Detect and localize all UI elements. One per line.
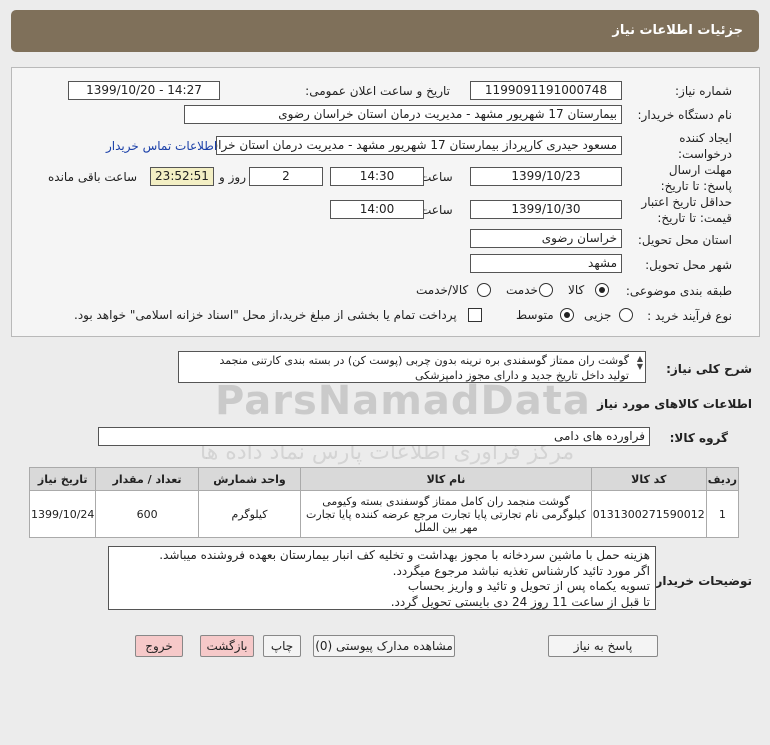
item-name-line-3: مهر بین الملل — [414, 520, 478, 534]
creator-field: مسعود حیدری کارپرداز بیمارستان 17 شهریور… — [216, 136, 622, 155]
creator-label: ایجاد کننده درخواست: — [678, 131, 732, 161]
validity-time-field: 14:00 — [330, 200, 424, 219]
process-medium-radio[interactable] — [560, 308, 574, 322]
print-button[interactable]: چاپ — [263, 635, 301, 657]
header-quantity: تعداد / مقدار — [95, 467, 199, 491]
cell-row-number: 1 — [705, 490, 740, 538]
item-name-line-2: کیلوگرمی نام تجارتی پایا تجارت مرجع عرضه… — [306, 507, 586, 521]
view-attachments-button[interactable]: مشاهده مدارک پیوستی (0) — [313, 635, 455, 657]
goods-section-title: اطلاعات کالاهای مورد نیاز — [597, 397, 752, 411]
process-medium-label: متوسط — [516, 308, 554, 322]
cell-unit: کیلوگرم — [197, 490, 302, 538]
table-row[interactable]: 1 0131300271590012 گوشت منجمد ران کامل م… — [28, 490, 740, 538]
reply-time-field: 14:30 — [330, 167, 424, 186]
back-button[interactable]: بازگشت — [200, 635, 254, 657]
category-label: طبقه بندی موضوعی: — [625, 284, 732, 298]
reply-button[interactable]: پاسخ به نیاز — [548, 635, 658, 657]
category-goods-service-radio[interactable] — [477, 283, 491, 297]
category-service-label: خدمت — [506, 283, 538, 297]
days-label: روز و — [219, 170, 246, 184]
goods-group-field: فراورده های دامی — [98, 427, 650, 446]
header-item-code: کد کالا — [590, 467, 707, 491]
buyer-note-line: تا قبل از ساعت 11 روز 24 دی بایستی تحویل… — [390, 594, 650, 609]
cell-need-date: 1399/10/24 — [28, 490, 97, 538]
validity-time-label: ساعت — [420, 203, 453, 217]
buyer-notes-box: هزینه حمل با ماشین سردخانه با مجوز بهداش… — [108, 546, 656, 610]
buyer-contact-link[interactable]: اطلاعات تماس خریدار — [106, 139, 217, 153]
cell-quantity: 600 — [95, 490, 199, 538]
process-label: نوع فرآیند خرید : — [647, 309, 732, 323]
header-row-number: ردیف — [705, 467, 740, 491]
page-header: جزئیات اطلاعات نیاز — [11, 10, 759, 52]
description-textarea[interactable]: ▲ ▼ گوشت ران ممتاز گوسفندی بره نرینه بدون… — [178, 351, 646, 383]
reply-deadline-label: مهلت ارسال پاسخ: تا تاریخ: — [660, 163, 732, 193]
buyer-org-field: بیمارستان 17 شهریور مشهد - مدیریت درمان … — [184, 105, 622, 124]
goods-table: ردیف کد کالا نام کالا واحد شمارش تعداد /… — [28, 467, 740, 538]
remaining-time-label: ساعت باقی مانده — [48, 170, 138, 184]
reply-time-label: ساعت — [420, 170, 453, 184]
goods-group-label: گروه کالا: — [669, 431, 728, 445]
exit-button[interactable]: خروج — [135, 635, 183, 657]
need-number-label: شماره نیاز: — [675, 84, 732, 98]
treasury-payment-note: پرداخت تمام یا بخشی از مبلغ خرید،از محل … — [74, 308, 457, 322]
need-number-field: 1199091191000748 — [470, 81, 622, 100]
buyer-note-line: هزینه حمل با ماشین سردخانه با مجوز بهداش… — [159, 548, 650, 562]
province-label: استان محل تحویل: — [637, 233, 732, 247]
header-item-name: نام کالا — [300, 467, 592, 491]
city-field: مشهد — [470, 254, 622, 273]
treasury-payment-checkbox[interactable] — [468, 308, 482, 322]
category-goods-radio[interactable] — [595, 283, 609, 297]
days-field: 2 — [249, 167, 323, 186]
header-need-date: تاریخ نیاز — [28, 467, 97, 491]
reply-date-field: 1399/10/23 — [470, 167, 622, 186]
cell-item-name: گوشت منجمد ران کامل ممتاز گوسفندی بسته و… — [300, 490, 592, 538]
page-title: جزئیات اطلاعات نیاز — [612, 23, 743, 38]
process-minor-radio[interactable] — [619, 308, 633, 322]
buyer-note-line: تسویه یکماه پس از تحویل و تائید و واریز … — [407, 579, 650, 593]
cell-item-code: 0131300271590012 — [590, 490, 707, 538]
city-label: شهر محل تحویل: — [645, 258, 732, 272]
validity-date-field: 1399/10/30 — [470, 200, 622, 219]
category-goods-label: کالا — [568, 283, 585, 297]
scroll-arrows-icon[interactable]: ▲ ▼ — [637, 355, 643, 371]
buyer-note-line: اگر مورد تائید کارشناس تغذیه نباشد مرجوع… — [392, 563, 650, 578]
province-field: خراسان رضوی — [470, 229, 622, 248]
description-line-1: گوشت ران ممتاز گوسفندی بره نرینه بدون چر… — [219, 354, 629, 367]
category-service-radio[interactable] — [539, 283, 553, 297]
buyer-org-label: نام دستگاه خریدار: — [637, 108, 733, 122]
watermark: ParsNamadData — [215, 378, 591, 424]
table-header-row: ردیف کد کالا نام کالا واحد شمارش تعداد /… — [28, 467, 740, 491]
category-goods-service-label: کالا/خدمت — [416, 283, 469, 297]
description-label: شرح کلی نیاز: — [666, 362, 752, 376]
description-line-2: تولید داخل تاریخ جدید و دارای مجوز دامپز… — [415, 369, 629, 382]
validity-label: حداقل تاریخ اعتبار قیمت: تا تاریخ: — [641, 195, 732, 225]
header-unit: واحد شمارش — [197, 467, 302, 491]
process-minor-label: جزیی — [584, 308, 612, 322]
announce-label: تاریخ و ساعت اعلان عمومی: — [305, 84, 450, 98]
remaining-time-field: 23:52:51 — [150, 167, 214, 186]
announce-field: 1399/10/20 - 14:27 — [68, 81, 220, 100]
buyer-notes-label: توضیحات خریدار: — [650, 574, 752, 588]
item-name-line-1: گوشت منجمد ران کامل ممتاز گوسفندی بسته و… — [322, 494, 570, 508]
